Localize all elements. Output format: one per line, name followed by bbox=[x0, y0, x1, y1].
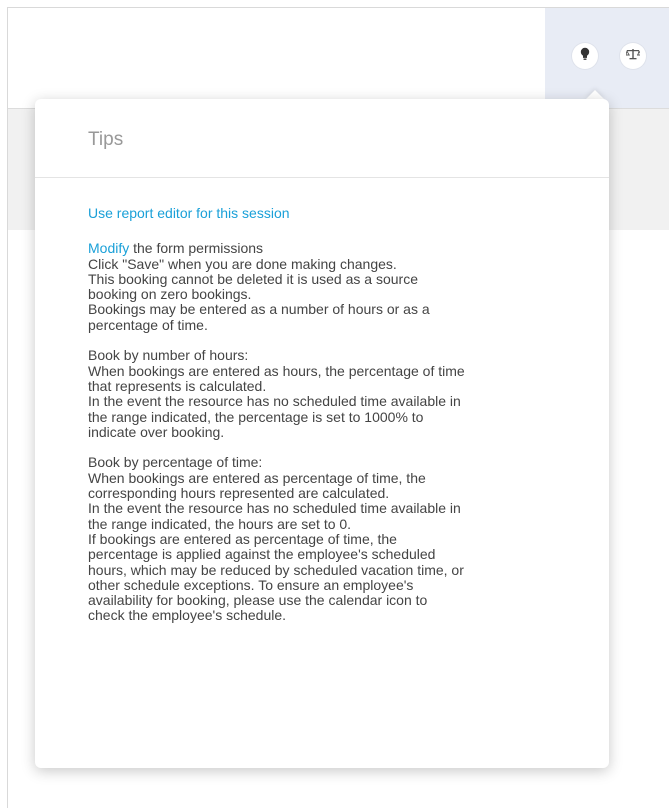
top-bar-actions bbox=[545, 8, 669, 108]
tip-line: Bookings may be entered as a number of h… bbox=[88, 301, 430, 318]
tip-line: booking on zero bookings. bbox=[88, 286, 252, 303]
scale-icon bbox=[625, 47, 642, 65]
tip-line: check the employee's schedule. bbox=[88, 607, 287, 624]
tip-line: This booking cannot be deleted it is use… bbox=[88, 270, 418, 287]
tips-button[interactable] bbox=[572, 43, 598, 69]
compare-button[interactable] bbox=[620, 43, 646, 69]
popup-title: Tips bbox=[88, 129, 124, 150]
popup-body: Use report editor for this session Modif… bbox=[88, 205, 568, 624]
tips-block-1: Click "Save" when you are done making ch… bbox=[88, 255, 568, 333]
tips-block-3: Book by percentage of time: When booking… bbox=[88, 454, 568, 624]
tip-line: availability for booking, please use the… bbox=[88, 592, 428, 609]
tip-line: Book by percentage of time: bbox=[88, 454, 263, 471]
tip-line: that represents is calculated. bbox=[88, 377, 267, 394]
tip-line: the range indicated, the hours are set t… bbox=[88, 515, 352, 532]
tip-line: the range indicated, the percentage is s… bbox=[88, 408, 424, 425]
tips-popup: Tips Use report editor for this session … bbox=[35, 99, 609, 768]
lightbulb-icon bbox=[579, 47, 591, 66]
tip-line: percentage is applied against the employ… bbox=[88, 546, 436, 563]
modify-link[interactable]: Modify bbox=[88, 240, 129, 256]
tip-line: If bookings are entered as percentage of… bbox=[88, 530, 397, 547]
tips-block-2: Book by number of hours: When bookings a… bbox=[88, 348, 568, 440]
popup-header: Tips bbox=[35, 99, 609, 178]
tip-line: When bookings are entered as hours, the … bbox=[88, 362, 465, 379]
tip-line: In the event the resource has no schedul… bbox=[88, 500, 461, 517]
tip-line: percentage of time. bbox=[88, 316, 208, 333]
modify-text: the form permissions bbox=[129, 240, 264, 257]
tip-line: other schedule exceptions. To ensure an … bbox=[88, 576, 414, 593]
tip-line: Click "Save" when you are done making ch… bbox=[88, 255, 397, 272]
modify-line: Modify the form permissions bbox=[88, 241, 568, 256]
tip-line: When bookings are entered as percentage … bbox=[88, 469, 426, 486]
tip-line: In the event the resource has no schedul… bbox=[88, 393, 461, 410]
report-editor-link[interactable]: Use report editor for this session bbox=[88, 205, 568, 221]
tip-line: corresponding hours represented are calc… bbox=[88, 485, 390, 502]
tip-line: Book by number of hours: bbox=[88, 347, 249, 364]
tip-line: hours, which may be reduced by scheduled… bbox=[88, 561, 464, 578]
tip-line: indicate over booking. bbox=[88, 423, 225, 440]
